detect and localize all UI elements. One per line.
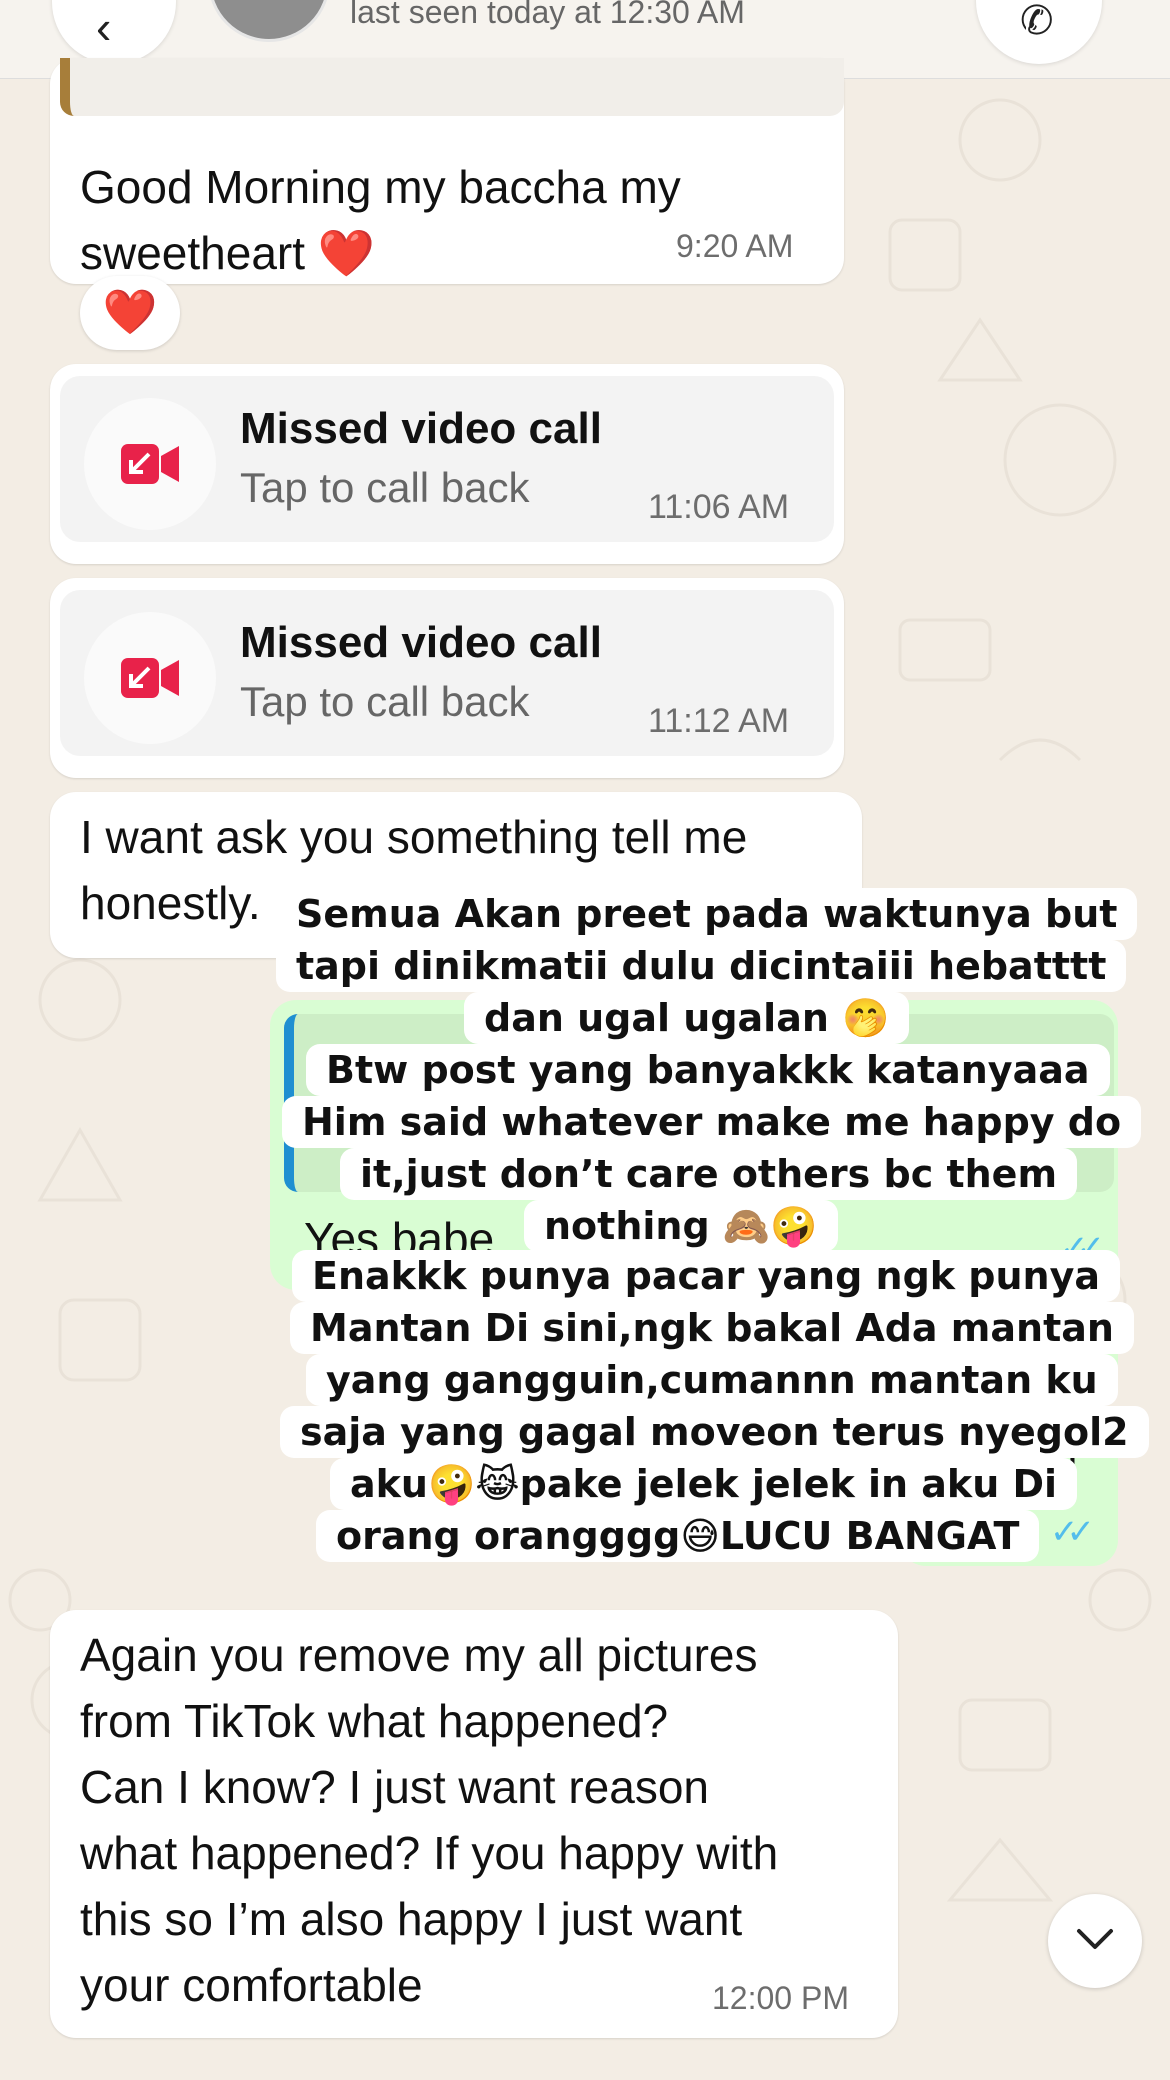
missed-call-icon-bg — [84, 398, 216, 530]
back-chevron-icon: ‹ — [96, 1, 112, 53]
message-time: 11:12 AM — [648, 702, 790, 740]
overlay-text-line: orang orangggg😅LUCU BANGAT — [316, 1510, 1040, 1562]
chevron-down-icon — [1077, 1929, 1113, 1949]
overlay-text-line: Enakkk punya pacar yang ngk punya — [292, 1250, 1120, 1302]
message-time: 9:20 AM — [676, 228, 794, 264]
missed-call-title: Missed video call — [240, 618, 602, 667]
back-button[interactable]: ‹ — [52, 0, 176, 64]
message-time: 12:00 PM — [712, 1980, 849, 2016]
message-text: Good Morning my baccha my sweetheart ❤️ — [80, 161, 681, 279]
quoted-reply-snippet — [60, 58, 844, 116]
read-receipt-icon: ✓✓ — [1050, 1513, 1095, 1551]
contact-avatar[interactable] — [208, 0, 330, 42]
missed-video-call-icon — [121, 444, 179, 484]
overlay-text-line: Btw post yang banyakkk katanyaaa — [306, 1044, 1110, 1096]
missed-call-bubble[interactable]: Missed video call Tap to call back 11:06… — [50, 364, 844, 564]
heart-reaction[interactable]: ❤️ — [80, 276, 180, 350]
message-bubble-incoming[interactable]: Again you remove my all pictures from Ti… — [50, 1610, 898, 2038]
last-seen-status: last seen today at 12:30 AM — [350, 0, 745, 30]
call-button[interactable]: ✆ — [976, 0, 1102, 64]
overlay-text-line: Semua Akan preet pada waktunya but — [276, 888, 1138, 940]
message-text: Again you remove my all pictures from Ti… — [80, 1629, 779, 2011]
message-time: 11:06 AM — [648, 488, 790, 526]
tap-to-call-back: Tap to call back — [240, 464, 530, 511]
missed-video-call-icon — [121, 658, 179, 698]
missed-call-card[interactable]: Missed video call Tap to call back 11:06… — [60, 376, 834, 542]
tap-to-call-back: Tap to call back — [240, 678, 530, 725]
scroll-to-bottom-button[interactable] — [1048, 1894, 1142, 1988]
missed-call-title: Missed video call — [240, 404, 602, 453]
overlay-text-line: Him said whatever make me happy do — [282, 1096, 1142, 1148]
overlay-text-line: tapi dinikmatii dulu dicintaiii hebatttt — [276, 940, 1127, 992]
missed-call-card[interactable]: Missed video call Tap to call back 11:12… — [60, 590, 834, 756]
missed-call-bubble[interactable]: Missed video call Tap to call back 11:12… — [50, 578, 844, 778]
overlay-text-line: dan ugal ugalan 🤭 — [464, 992, 910, 1044]
overlay-text-line: saja yang gagal moveon terus nyegol2 — [280, 1406, 1149, 1458]
overlay-text-line: yang gangguin,cumannn mantan ku — [306, 1354, 1118, 1406]
missed-call-icon-bg — [84, 612, 216, 744]
message-bubble-incoming[interactable]: Good Morning my baccha my sweetheart ❤️ … — [50, 58, 844, 284]
overlay-text-line: Mantan Di sini,ngk bakal Ada mantan — [290, 1302, 1134, 1354]
phone-icon: ✆ — [1020, 0, 1054, 43]
overlay-text-line: aku🤪😹pake jelek jelek in aku Di — [330, 1458, 1078, 1510]
overlay-text-line: it,just don’t care others bc them — [340, 1148, 1078, 1200]
overlay-text-line: nothing 🙈🤪 — [524, 1200, 838, 1252]
